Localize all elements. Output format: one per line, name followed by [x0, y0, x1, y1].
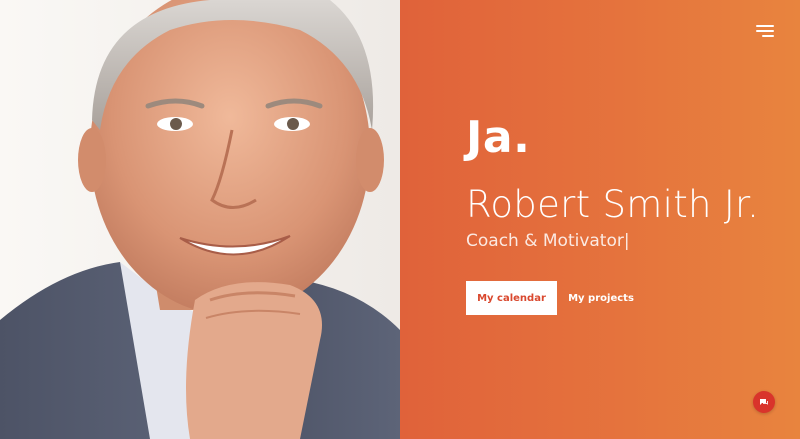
person-role: Coach & Motivator| — [466, 231, 630, 251]
page: Ja. Robert Smith Jr. Coach & Motivator| … — [0, 0, 800, 439]
my-projects-link[interactable]: My projects — [566, 281, 636, 315]
hamburger-menu-icon[interactable] — [756, 25, 774, 39]
person-name: Robert Smith Jr. — [466, 183, 760, 226]
chat-glyph — [760, 398, 768, 405]
my-calendar-button[interactable]: My calendar — [466, 281, 557, 315]
menu-line — [762, 35, 774, 37]
menu-line — [756, 30, 774, 32]
hero-panel: Ja. Robert Smith Jr. Coach & Motivator| … — [400, 0, 800, 439]
chat-bubble-icon[interactable] — [753, 391, 775, 413]
portrait-photo — [0, 0, 400, 439]
logo: Ja. — [466, 112, 531, 163]
menu-line — [756, 25, 774, 27]
